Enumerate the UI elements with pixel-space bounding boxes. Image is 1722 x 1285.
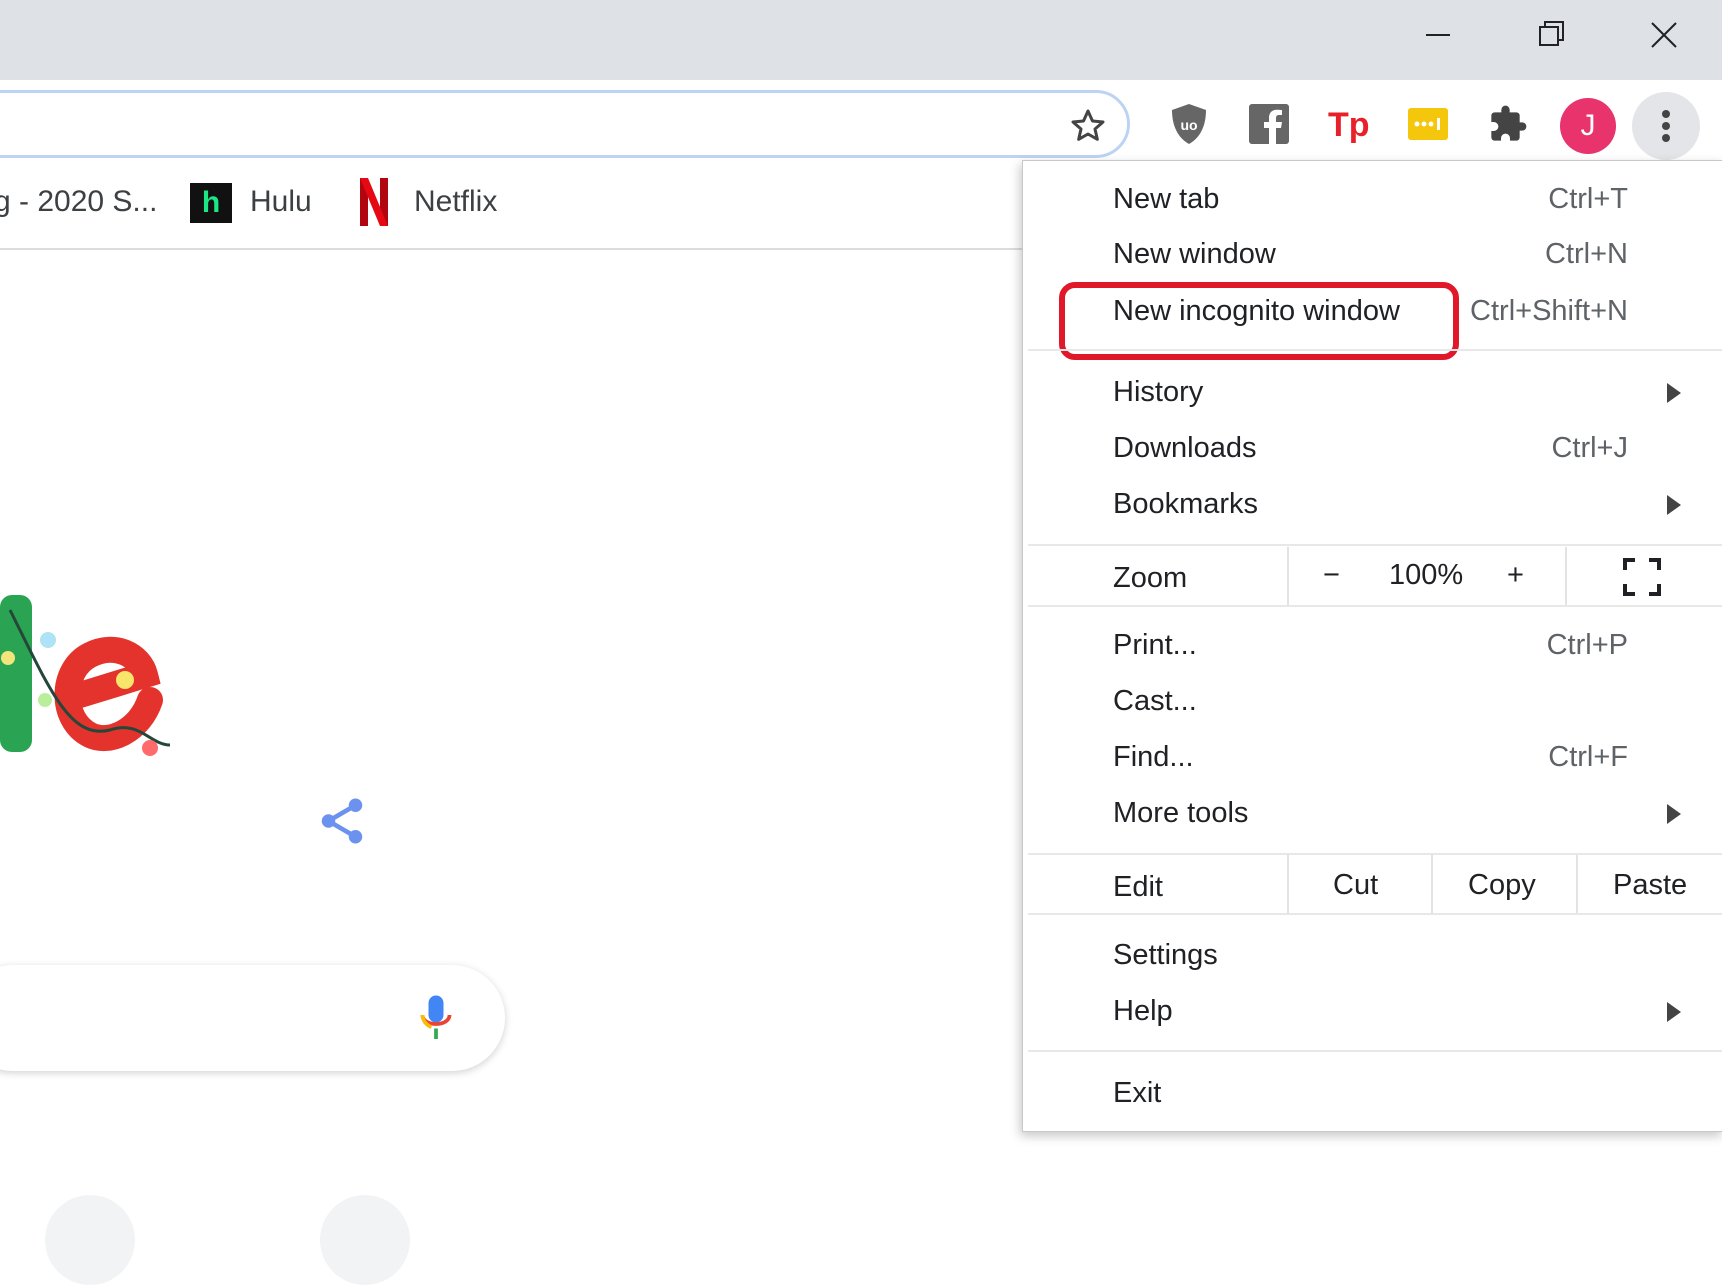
ublock-icon: uo (1172, 104, 1206, 144)
ublock-extension[interactable]: uo (1165, 100, 1213, 148)
svg-text:uo: uo (1180, 117, 1197, 133)
cut-button[interactable]: Cut (1333, 869, 1378, 902)
zoom-in-button[interactable]: + (1507, 559, 1524, 592)
menu-item-exit[interactable]: Exit (1113, 1077, 1161, 1110)
mic-icon (420, 995, 452, 1039)
menu-label: New window (1113, 238, 1276, 270)
menu-item-find[interactable]: Find... (1113, 741, 1194, 774)
facebook-icon (1249, 104, 1289, 144)
hulu-icon: h (190, 183, 232, 223)
menu-label: New tab (1113, 183, 1220, 215)
bookmark-star-button[interactable] (1068, 106, 1108, 151)
edit-divider (1431, 855, 1433, 913)
menu-label: Downloads (1113, 432, 1257, 464)
menu-item-bookmarks[interactable]: Bookmarks (1113, 488, 1258, 521)
submenu-arrow-icon (1667, 1002, 1681, 1022)
menu-label: Exit (1113, 1077, 1162, 1109)
menu-item-settings[interactable]: Settings (1113, 939, 1218, 972)
paste-button[interactable]: Paste (1613, 869, 1687, 902)
bookmark-item-1[interactable]: g - 2020 S... (0, 185, 157, 219)
shortcut-new-window: Ctrl+N (1545, 238, 1628, 270)
address-bar[interactable] (0, 90, 1130, 158)
menu-item-zoom: Zoom (1113, 562, 1187, 595)
menu-item-edit: Edit (1113, 871, 1163, 904)
menu-label: More tools (1113, 797, 1249, 829)
shortcut-tile[interactable] (320, 1195, 410, 1285)
chrome-menu: New tab Ctrl+T New window Ctrl+N New inc… (1022, 160, 1722, 1132)
shortcut-print: Ctrl+P (1546, 629, 1628, 661)
netflix-icon (360, 178, 388, 226)
voice-search-button[interactable] (418, 994, 454, 1047)
menu-item-downloads[interactable]: Downloads (1113, 432, 1256, 465)
bookmark-item-netflix[interactable]: Netflix (414, 185, 497, 219)
menu-item-history[interactable]: History (1113, 376, 1203, 409)
submenu-arrow-icon (1667, 804, 1681, 824)
submenu-arrow-icon (1667, 383, 1681, 403)
zoom-level: 100% (1389, 559, 1464, 591)
menu-label: Bookmarks (1113, 488, 1259, 520)
hulu-icon-letter: h (201, 186, 221, 219)
tp-extension[interactable]: Tp (1324, 100, 1372, 148)
menu-label: History (1113, 376, 1204, 408)
shortcut-downloads: Ctrl+J (1551, 432, 1628, 464)
share-icon (321, 798, 363, 844)
restore-icon (1539, 21, 1564, 46)
facebook-extension[interactable] (1245, 100, 1293, 148)
shortcut-find: Ctrl+F (1548, 741, 1628, 773)
minimize-icon (1426, 34, 1450, 36)
edit-divider (1287, 855, 1289, 913)
menu-item-new-window[interactable]: New window (1113, 238, 1276, 271)
tp-icon: Tp (1328, 106, 1370, 144)
edit-divider (1576, 855, 1578, 913)
restore-button[interactable] (1514, 12, 1586, 58)
fullscreen-icon (1623, 558, 1661, 596)
profile-avatar[interactable]: J (1560, 98, 1616, 154)
bookmark-label: Netflix (414, 185, 498, 218)
bookmark-label: g - 2020 S... (0, 185, 158, 218)
google-doodle[interactable] (0, 570, 200, 770)
menu-label: Settings (1113, 939, 1218, 971)
fullscreen-button[interactable] (1623, 558, 1661, 601)
menu-separator (1028, 853, 1722, 855)
star-icon (1071, 109, 1105, 141)
avatar-initial: J (1580, 109, 1596, 142)
menu-item-more-tools[interactable]: More tools (1113, 797, 1248, 830)
menu-separator (1028, 349, 1722, 351)
menu-separator (1028, 544, 1722, 546)
shortcut-new-incognito: Ctrl+Shift+N (1470, 295, 1628, 327)
more-vert-icon (1662, 110, 1670, 142)
chrome-menu-button[interactable] (1632, 92, 1700, 160)
menu-label: Print... (1113, 629, 1197, 661)
zoom-divider (1565, 547, 1567, 605)
close-icon (1651, 22, 1677, 48)
shortcut-tile[interactable] (45, 1195, 135, 1285)
menu-label: Help (1113, 995, 1173, 1027)
zoom-out-button[interactable]: − (1323, 559, 1340, 592)
close-window-button[interactable] (1628, 12, 1700, 58)
puzzle-icon (1491, 105, 1527, 141)
submenu-arrow-icon (1667, 495, 1681, 515)
menu-item-help[interactable]: Help (1113, 995, 1173, 1028)
menu-label: Cast... (1113, 685, 1197, 717)
menu-item-new-tab[interactable]: New tab (1113, 183, 1219, 216)
dashlane-extension[interactable] (1404, 100, 1452, 148)
shortcut-new-tab: Ctrl+T (1548, 183, 1628, 215)
zoom-divider (1287, 547, 1289, 605)
menu-separator (1028, 605, 1722, 607)
menu-item-print[interactable]: Print... (1113, 629, 1197, 662)
bookmark-label: Hulu (250, 185, 312, 218)
menu-label: Find... (1113, 741, 1194, 773)
copy-button[interactable]: Copy (1468, 869, 1536, 902)
menu-label: Zoom (1113, 562, 1188, 594)
svg-text:Tp: Tp (1328, 106, 1370, 144)
dashlane-icon (1408, 108, 1448, 140)
extensions-button[interactable] (1484, 100, 1532, 148)
menu-separator (1028, 913, 1722, 915)
share-doodle-button[interactable] (315, 794, 369, 853)
bookmark-item-hulu[interactable]: Hulu (250, 185, 312, 219)
minimize-button[interactable] (1402, 12, 1474, 58)
menu-separator (1028, 1050, 1722, 1052)
menu-label: Edit (1113, 871, 1163, 903)
menu-item-cast[interactable]: Cast... (1113, 685, 1197, 718)
